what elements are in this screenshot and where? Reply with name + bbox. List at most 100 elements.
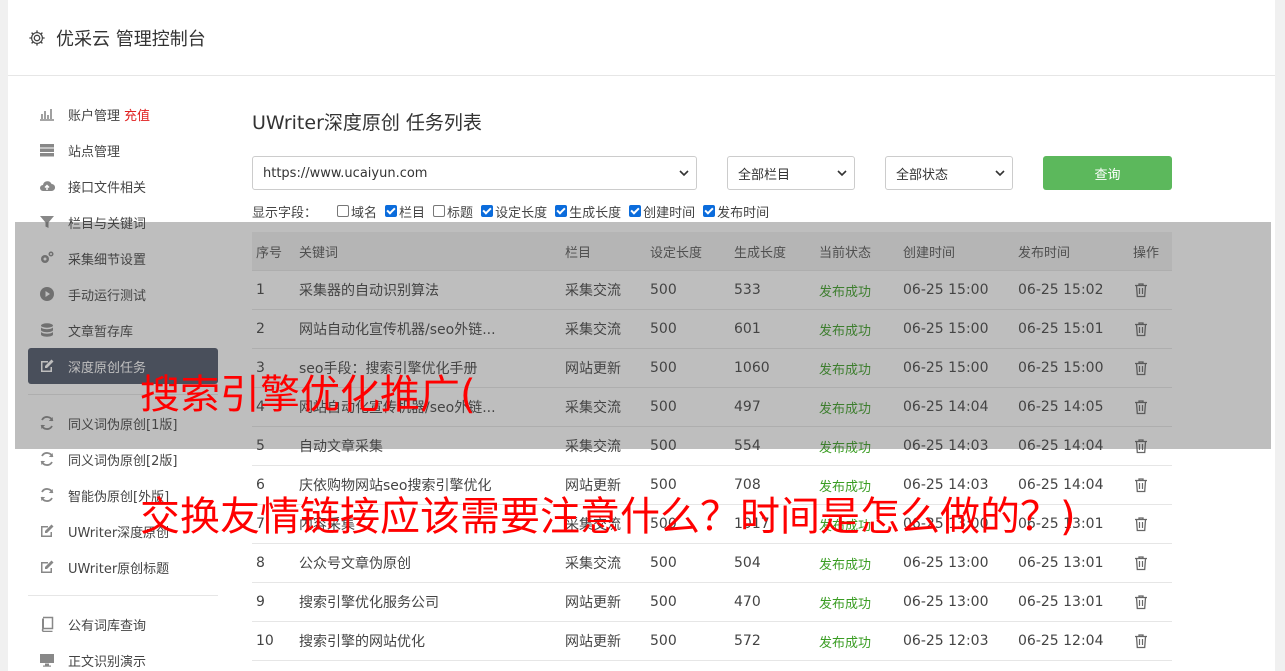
row-status: 发布成功 [819, 635, 872, 651]
row-created: 06-25 14:03 [903, 438, 989, 454]
table-row: 4 网站自动化宣传机器/seo外链... 采集交流 500 497 发布成功 06-25 1… [252, 388, 1172, 427]
checkbox[interactable] [555, 205, 568, 217]
trash-icon[interactable] [1133, 399, 1149, 415]
row-actions [1133, 594, 1172, 610]
checkbox[interactable] [481, 205, 494, 217]
site-select-value: https://www.ucaiyun.com [263, 165, 428, 181]
sidebar-item-synonym-v1[interactable]: 同义词伪原创[1版] [28, 405, 218, 441]
row-created: 06-25 15:00 [903, 321, 989, 337]
sidebar-item-sites[interactable]: 站点管理 [28, 132, 218, 168]
trash-icon[interactable] [1133, 360, 1149, 376]
row-keyword: 采集器的自动识别算法 [299, 283, 439, 299]
row-gen-length: 504 [734, 555, 761, 571]
sidebar-item-public-lexicon[interactable]: 公有词库查询 [28, 606, 218, 642]
status-select[interactable]: 全部状态 [885, 156, 1013, 190]
field-checkbox-set-length[interactable]: 设定长度 [481, 202, 547, 221]
row-column: 采集交流 [565, 400, 621, 416]
row-column: 采集交流 [565, 517, 621, 533]
sidebar-item-account[interactable]: 账户管理 充值 [28, 96, 218, 132]
field-checkbox-column[interactable]: 栏目 [385, 202, 425, 221]
row-set-length: 500 [650, 633, 677, 649]
row-keyword: 搜索引擎的网站优化 [299, 634, 425, 650]
sidebar-item-smart-rewrite[interactable]: 智能伪原创[外版] [28, 477, 218, 513]
field-checkbox-domain[interactable]: 域名 [337, 202, 377, 221]
row-status: 发布成功 [819, 323, 872, 339]
row-index: 9 [256, 594, 265, 610]
checkbox[interactable] [385, 205, 398, 217]
sidebar-item-label: 接口文件相关 [68, 180, 147, 196]
field-checkbox-title[interactable]: 标题 [433, 202, 473, 221]
sidebar-item-deep-original-tasks[interactable]: 深度原创任务 [28, 348, 218, 384]
checkbox-label: 发布时间 [717, 205, 770, 221]
sidebar-item-manual-test[interactable]: 手动运行测试 [28, 276, 218, 312]
header-index: 序号 [256, 245, 283, 261]
row-status: 发布成功 [819, 362, 872, 378]
row-column: 采集交流 [565, 322, 621, 338]
row-status: 发布成功 [819, 479, 872, 495]
trash-icon[interactable] [1133, 321, 1149, 337]
row-actions [1133, 399, 1172, 415]
sidebar-item-interface-files[interactable]: 接口文件相关 [28, 168, 218, 204]
checkbox[interactable] [433, 205, 446, 217]
row-actions [1133, 555, 1172, 571]
sidebar-divider [28, 394, 218, 395]
recharge-link[interactable]: 充值 [124, 105, 150, 124]
sidebar-item-uwriter-title[interactable]: UWriter原创标题 [28, 549, 218, 585]
sidebar-item-label: UWriter原创标题 [68, 561, 170, 577]
sidebar-item-columns-keywords[interactable]: 栏目与关键词 [28, 204, 218, 240]
checkbox[interactable] [629, 205, 642, 217]
column-select[interactable]: 全部栏目 [727, 156, 855, 190]
row-created: 06-25 13:00 [903, 594, 989, 610]
sidebar-item-uwriter-deep[interactable]: UWriter深度原创 [28, 513, 218, 549]
row-set-length: 500 [650, 438, 677, 454]
field-checkbox-published[interactable]: 发布时间 [703, 202, 769, 221]
checkbox[interactable] [703, 205, 716, 217]
trash-icon[interactable] [1133, 438, 1149, 454]
database-icon [38, 321, 56, 339]
row-set-length: 500 [650, 399, 677, 415]
sidebar-item-label: 文章暂存库 [68, 324, 134, 340]
row-gen-length: 1060 [734, 360, 770, 376]
header-published: 发布时间 [1018, 245, 1071, 261]
bar-chart-icon [38, 105, 56, 123]
row-published: 06-25 12:04 [1018, 633, 1104, 649]
field-checkbox-gen-length[interactable]: 生成长度 [555, 202, 621, 221]
trash-icon[interactable] [1133, 282, 1149, 298]
checkbox[interactable] [337, 205, 350, 217]
row-actions [1133, 633, 1172, 649]
row-gen-length: 1017 [734, 516, 770, 532]
trash-icon[interactable] [1133, 555, 1149, 571]
checkbox-label: 创建时间 [643, 205, 696, 221]
trash-icon[interactable] [1133, 477, 1149, 493]
edit-icon [38, 522, 56, 540]
header-actions: 操作 [1133, 245, 1160, 261]
sidebar-item-article-storage[interactable]: 文章暂存库 [28, 312, 218, 348]
sidebar-item-body-recognition[interactable]: 正文识别演示 [28, 642, 218, 671]
checkbox-label: 生成长度 [569, 205, 622, 221]
sidebar-item-label: 同义词伪原创[2版] [68, 453, 178, 469]
row-column: 网站更新 [565, 595, 621, 611]
row-set-length: 500 [650, 360, 677, 376]
row-status: 发布成功 [819, 518, 872, 534]
row-gen-length: 533 [734, 282, 761, 298]
trash-icon[interactable] [1133, 633, 1149, 649]
table-row: 9 搜索引擎优化服务公司 网站更新 500 470 发布成功 06-25 13:00 06-2… [252, 583, 1172, 622]
sidebar-item-synonym-v2[interactable]: 同义词伪原创[2版] [28, 441, 218, 477]
row-index: 2 [256, 321, 265, 337]
play-icon [38, 285, 56, 303]
sidebar-item-label: 公有词库查询 [68, 618, 147, 634]
query-button[interactable]: 查询 [1043, 156, 1172, 190]
row-actions [1133, 477, 1172, 493]
trash-icon[interactable] [1133, 594, 1149, 610]
row-column: 网站更新 [565, 634, 621, 650]
sidebar-item-collection-settings[interactable]: 采集细节设置 [28, 240, 218, 276]
row-keyword: 网站自动化宣传机器/seo外链... [299, 400, 496, 416]
header-gen-length: 生成长度 [734, 245, 787, 261]
trash-icon[interactable] [1133, 516, 1149, 532]
site-select[interactable]: https://www.ucaiyun.com [252, 156, 697, 190]
gears-icon [38, 249, 56, 267]
row-published: 06-25 15:01 [1018, 321, 1104, 337]
column-select-value: 全部栏目 [738, 167, 791, 183]
row-gen-length: 554 [734, 438, 761, 454]
field-checkbox-created[interactable]: 创建时间 [629, 202, 695, 221]
